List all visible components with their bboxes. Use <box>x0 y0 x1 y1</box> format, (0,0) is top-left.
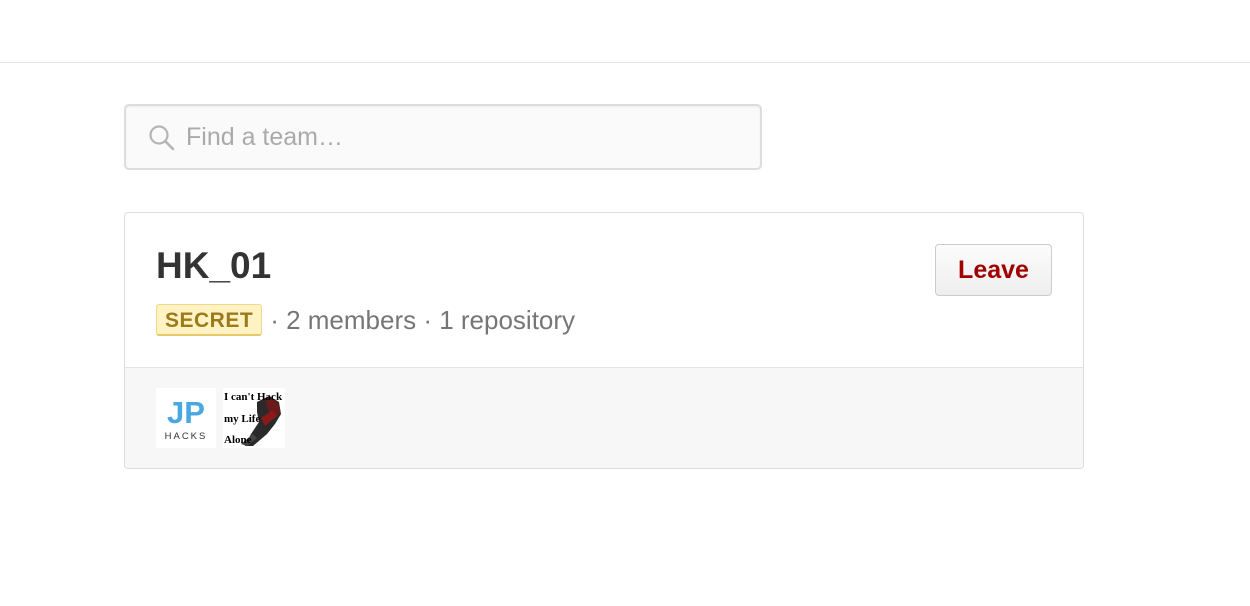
top-header-bar <box>0 0 1250 63</box>
avatar-jp-letters: JP <box>167 395 205 430</box>
avatar-hack-line-2: my Life <box>224 413 260 425</box>
secret-badge: SECRET <box>156 304 263 336</box>
team-members-strip: JP HACKS I can't Hack my Life Alone <box>125 368 1083 468</box>
member-avatar-hacker[interactable]: I can't Hack my Life Alone <box>223 388 285 448</box>
avatar-hack-line-1: I can't Hack <box>224 391 283 403</box>
team-card-header: HK_01 SECRET · 2 members · 1 repository … <box>125 213 1083 368</box>
team-search-box[interactable] <box>124 104 762 170</box>
team-name[interactable]: HK_01 <box>156 243 271 289</box>
search-icon <box>148 124 176 152</box>
search-input[interactable] <box>186 118 746 156</box>
team-meta: SECRET · 2 members · 1 repository <box>156 303 575 337</box>
avatar-hack-line-3: Alone <box>224 434 252 446</box>
team-member-repo-count[interactable]: · 2 members · 1 repository <box>270 305 575 336</box>
member-avatar-jphacks[interactable]: JP HACKS <box>156 388 216 448</box>
team-card: HK_01 SECRET · 2 members · 1 repository … <box>124 212 1084 469</box>
leave-team-button[interactable]: Leave <box>935 244 1052 296</box>
avatar-jp-sub: HACKS <box>165 431 208 442</box>
